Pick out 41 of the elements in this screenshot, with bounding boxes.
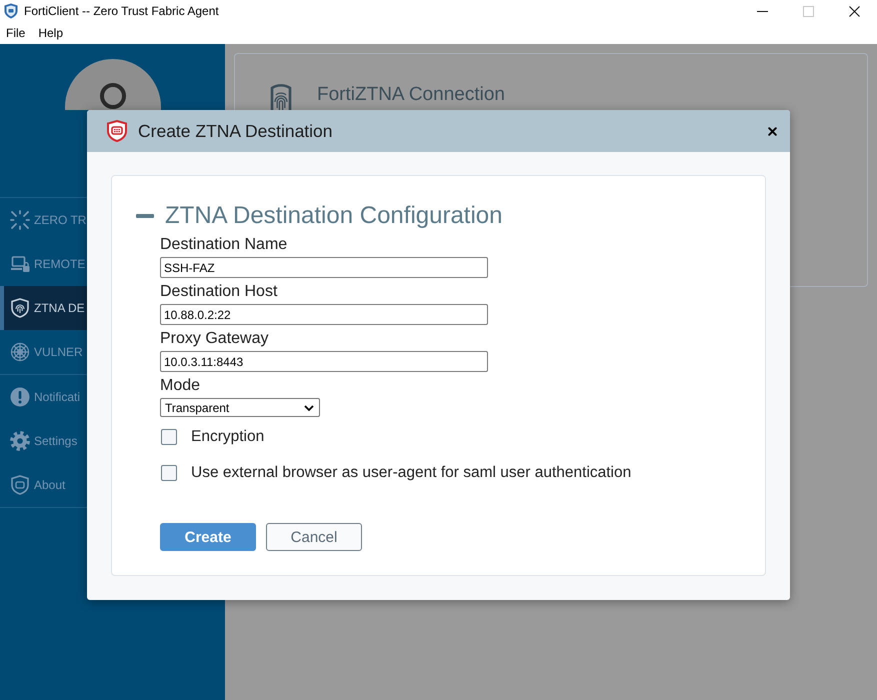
- avatar-icon: [64, 59, 160, 110]
- field-label: Destination Name: [160, 236, 288, 253]
- radar-icon: [10, 342, 30, 362]
- fingerprint-shield-icon: [270, 83, 292, 110]
- nav-item[interactable]: VULNER: [0, 330, 87, 374]
- nav-item[interactable]: ZERO TR: [0, 198, 87, 242]
- burst-icon: [10, 210, 30, 230]
- chevron-down-icon: [304, 404, 314, 410]
- field-label: Destination Host: [160, 283, 278, 300]
- field-label: Mode: [160, 377, 200, 394]
- menu-item[interactable]: File: [6, 26, 26, 40]
- close-icon[interactable]: [848, 6, 860, 16]
- submit-button[interactable]: Create: [160, 523, 256, 551]
- checkbox[interactable]: [161, 429, 177, 445]
- fingerprint-shield-icon: [10, 298, 30, 318]
- nav-item[interactable]: Notificati: [0, 375, 87, 419]
- alert-icon: [10, 387, 30, 407]
- shield-icon: [10, 475, 30, 495]
- cancel-button[interactable]: Cancel: [266, 523, 362, 551]
- checkbox[interactable]: [161, 465, 177, 481]
- settings-icon: [10, 431, 30, 451]
- nav-item[interactable]: ZTNA DE: [0, 286, 87, 330]
- dropdown[interactable]: Transparent: [160, 398, 320, 417]
- card-title: FortiZTNA Connection: [317, 84, 505, 106]
- window-title: FortiClient -- Zero Trust Fabric Agent: [24, 4, 220, 18]
- checkbox-label: Use external browser as user-agent for saml user authentication: [191, 464, 632, 482]
- text-field[interactable]: 10.88.0.2:22: [160, 304, 488, 325]
- nav-item[interactable]: About: [0, 463, 87, 507]
- close-icon[interactable]: [768, 126, 777, 136]
- section-title: ZTNA Destination Configuration: [165, 202, 502, 230]
- shield-app-icon: [4, 3, 18, 19]
- dialog-title: Create ZTNA Destination: [138, 120, 334, 142]
- laptop-lock-icon: [10, 254, 30, 274]
- shield-logo-icon: [107, 120, 127, 142]
- field-label: Proxy Gateway: [160, 330, 268, 347]
- text-field[interactable]: SSH-FAZ: [160, 257, 488, 278]
- checkbox-label: Encryption: [191, 428, 264, 446]
- nav-item[interactable]: Settings: [0, 419, 87, 463]
- menu-item[interactable]: Help: [38, 26, 64, 40]
- nav-item[interactable]: REMOTE: [0, 242, 87, 286]
- text-field[interactable]: 10.0.3.11:8443: [160, 351, 488, 372]
